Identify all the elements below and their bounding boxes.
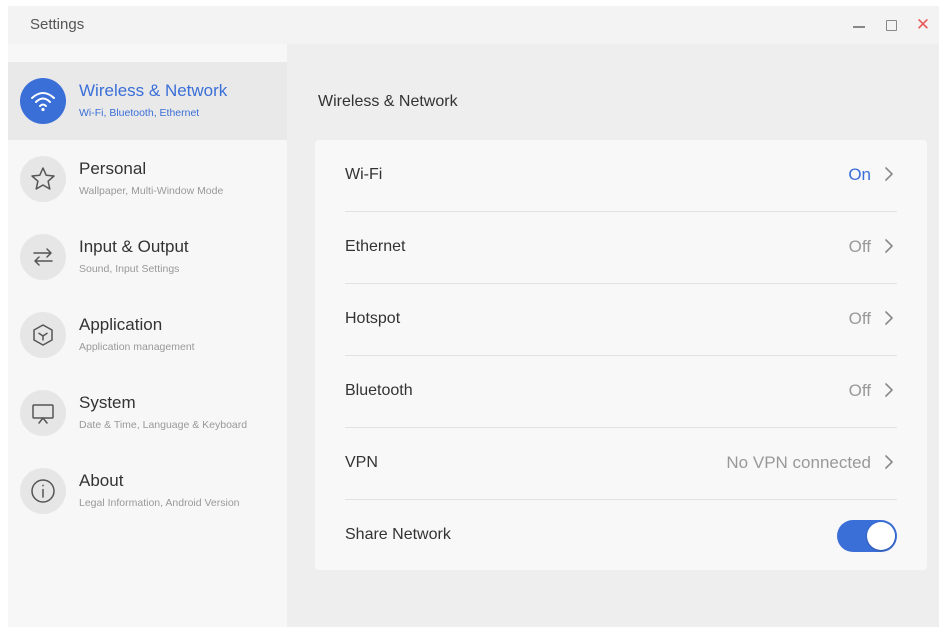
bluetooth-row[interactable]: Bluetooth Off [345, 356, 897, 428]
swap-arrows-icon [20, 234, 66, 280]
maximize-icon [885, 19, 897, 31]
chevron-right-icon [881, 308, 897, 328]
sidebar-item-subtitle: Legal Information, Android Version [79, 497, 240, 509]
main-panel: Wireless & Network Wi-Fi On Ethernet Off [287, 44, 939, 627]
sidebar-item-system[interactable]: System Date & Time, Language & Keyboard [8, 374, 287, 452]
sidebar-item-personal[interactable]: Personal Wallpaper, Multi-Window Mode [8, 140, 287, 218]
row-value: On [848, 165, 871, 184]
sidebar-item-wireless-network[interactable]: Wireless & Network Wi-Fi, Bluetooth, Eth… [8, 62, 287, 140]
ethernet-row[interactable]: Ethernet Off [345, 212, 897, 284]
row-value: No VPN connected [726, 453, 871, 472]
row-value: Off [848, 237, 871, 256]
vpn-row[interactable]: VPN No VPN connected [345, 428, 897, 500]
wifi-icon [20, 78, 66, 124]
row-label: Bluetooth [345, 382, 413, 399]
chevron-right-icon [881, 452, 897, 472]
page-title: Wireless & Network [318, 93, 458, 110]
star-icon [20, 156, 66, 202]
chevron-right-icon [881, 164, 897, 184]
sidebar-item-subtitle: Wallpaper, Multi-Window Mode [79, 185, 224, 197]
share-network-row: Share Network [345, 500, 897, 572]
sidebar-item-title: Input & Output [79, 237, 189, 256]
maximize-button[interactable] [875, 6, 907, 44]
toggle-knob [867, 522, 895, 550]
sidebar-item-application[interactable]: Application Application management [8, 296, 287, 374]
row-value: Off [848, 309, 871, 328]
sidebar-item-about[interactable]: About Legal Information, Android Version [8, 452, 287, 530]
sidebar-item-subtitle: Application management [79, 341, 195, 353]
sidebar-item-title: About [79, 471, 124, 490]
monitor-icon [20, 390, 66, 436]
sidebar: Wireless & Network Wi-Fi, Bluetooth, Eth… [8, 44, 287, 627]
chevron-right-icon [881, 236, 897, 256]
sidebar-item-subtitle: Sound, Input Settings [79, 263, 180, 275]
sidebar-item-title: Application [79, 315, 163, 334]
share-network-toggle[interactable] [837, 520, 897, 552]
row-label: Ethernet [345, 238, 406, 255]
sidebar-item-title: System [79, 393, 136, 412]
wifi-row[interactable]: Wi-Fi On [345, 140, 897, 212]
row-label: Hotspot [345, 310, 401, 327]
row-value: Off [848, 381, 871, 400]
hotspot-row[interactable]: Hotspot Off [345, 284, 897, 356]
chevron-right-icon [881, 380, 897, 400]
row-label: VPN [345, 454, 378, 471]
row-label: Wi-Fi [345, 166, 383, 183]
close-icon: ✕ [915, 15, 931, 34]
sidebar-item-title: Wireless & Network [79, 81, 228, 100]
sidebar-item-title: Personal [79, 159, 147, 178]
minimize-button[interactable] [843, 6, 875, 44]
close-button[interactable]: ✕ [907, 6, 939, 44]
title-bar: Settings ✕ [8, 6, 939, 44]
sidebar-item-input-output[interactable]: Input & Output Sound, Input Settings [8, 218, 287, 296]
info-icon [20, 468, 66, 514]
row-label: Share Network [345, 526, 451, 543]
cube-icon [20, 312, 66, 358]
settings-card: Wi-Fi On Ethernet Off Hotspot Off Blueto… [315, 140, 927, 570]
minimize-icon [853, 26, 865, 28]
settings-window: Settings ✕ Wireless & Network Wi-Fi, Blu… [8, 6, 939, 627]
window-title: Settings [30, 16, 85, 33]
sidebar-item-subtitle: Date & Time, Language & Keyboard [79, 419, 248, 431]
window-controls: ✕ [843, 6, 939, 44]
sidebar-item-subtitle: Wi-Fi, Bluetooth, Ethernet [79, 107, 200, 119]
